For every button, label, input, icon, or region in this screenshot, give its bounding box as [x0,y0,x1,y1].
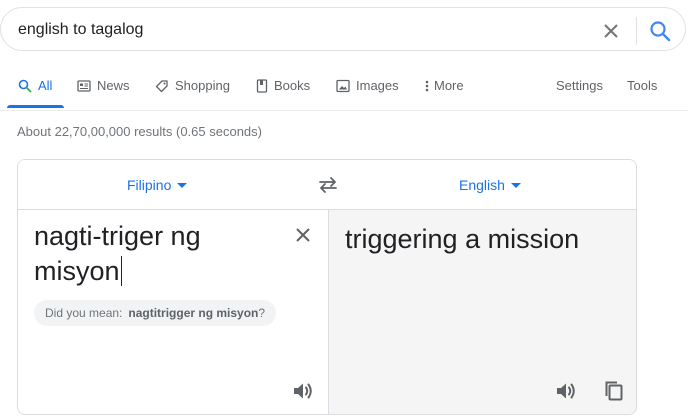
did-you-mean-chip[interactable]: Did you mean: nagtitrigger ng misyon ? [34,300,277,326]
tab-label: Shopping [175,78,230,93]
source-language-select[interactable]: Filipino [127,177,188,193]
settings-link[interactable]: Settings [556,78,603,93]
copy-translation-button[interactable] [603,379,625,408]
listen-target-button[interactable] [554,379,578,408]
search-tabs: All News Shopping Books Images More Sett… [0,62,688,111]
search-box[interactable] [0,7,686,51]
tab-label: Books [274,78,311,93]
active-tab-indicator [7,105,64,108]
more-vert-icon [425,79,429,93]
book-icon [256,78,268,93]
tab-more[interactable]: More [425,78,464,93]
dropdown-arrow-icon [177,182,188,188]
clear-search-button[interactable] [599,19,623,43]
close-icon [296,228,310,242]
close-icon [604,24,618,38]
settings-label: Settings [556,78,603,93]
source-language-label: Filipino [127,177,172,193]
search-divider [636,17,637,45]
did-you-mean-suggestion: nagtitrigger ng misyon [128,306,259,320]
source-text-line: misyon [34,256,120,286]
did-you-mean-prefix: Did you mean: [45,306,123,320]
tab-shopping[interactable]: Shopping [155,78,230,93]
tab-label: All [38,78,53,93]
tab-images[interactable]: Images [336,78,399,93]
tools-link[interactable]: Tools [627,78,657,93]
tab-books[interactable]: Books [256,78,310,93]
search-button[interactable] [647,18,673,44]
swap-languages-button[interactable] [316,174,340,196]
copy-icon [605,381,623,401]
text-cursor [120,256,122,286]
dropdown-arrow-icon [510,182,521,188]
tab-label: More [434,78,464,93]
speaker-icon [294,383,312,399]
tab-news[interactable]: News [77,78,130,93]
search-input[interactable] [18,20,578,40]
search-icon [18,79,32,93]
target-language-select[interactable]: English [459,177,521,193]
source-text[interactable]: nagti-triger ng misyon [34,219,284,289]
image-icon [336,79,350,93]
tab-label: Images [356,78,399,93]
search-icon [650,21,671,42]
tag-icon [155,79,169,93]
target-language-label: English [459,177,505,193]
google-search-page: All News Shopping [0,0,688,419]
target-text-pane: triggering a mission [328,210,636,414]
source-text-line: nagti-triger ng [34,221,201,251]
tools-label: Tools [627,78,658,93]
clear-source-button[interactable] [292,224,314,246]
translated-text: triggering a mission [345,224,580,254]
listen-source-button[interactable] [291,379,315,408]
translate-card: Filipino English nagti-triger ng misyon [17,159,637,415]
did-you-mean-suffix: ? [258,306,266,320]
language-bar: Filipino English [18,160,636,210]
tab-all[interactable]: All [18,78,52,93]
newspaper-icon [77,79,91,93]
tab-label: News [97,78,130,93]
swap-icon [319,177,337,193]
result-stats: About 22,70,00,000 results (0.65 seconds… [17,124,262,139]
source-text-pane[interactable]: nagti-triger ng misyon Did you mean: nag… [18,210,328,414]
speaker-icon [557,383,575,399]
